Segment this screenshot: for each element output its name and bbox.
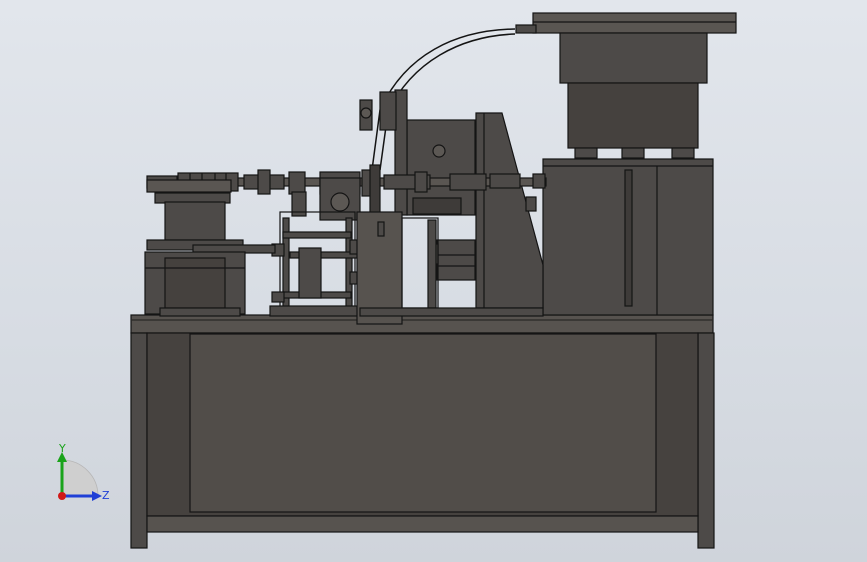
left-feeder xyxy=(144,179,276,317)
z-axis-label: Z xyxy=(102,489,110,502)
triad-arc xyxy=(61,459,99,497)
cylinder-actuator xyxy=(427,219,476,309)
bowl-feeder xyxy=(515,12,737,159)
y-axis-label: Y xyxy=(58,442,66,455)
machine-model[interactable] xyxy=(130,12,737,549)
left-frame xyxy=(269,211,361,317)
base-table xyxy=(130,314,715,549)
x-axis-dot xyxy=(58,492,66,500)
right-cabinet xyxy=(542,158,714,316)
motor-housing xyxy=(394,89,476,216)
cad-viewport[interactable] xyxy=(0,0,867,562)
orientation-triad: Y Z xyxy=(57,442,110,502)
support-bracket xyxy=(475,112,544,309)
